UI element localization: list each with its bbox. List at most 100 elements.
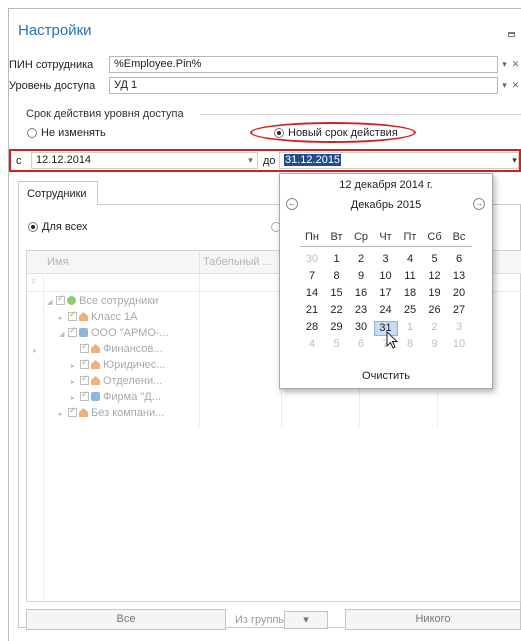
row-checkbox[interactable] <box>56 293 65 305</box>
pin-input[interactable]: %Employee.Pin% <box>109 56 498 73</box>
calendar-day[interactable]: 16 <box>349 287 373 299</box>
access-level-label: Уровень доступа <box>9 80 96 92</box>
calendar-day[interactable]: 10 <box>374 270 398 282</box>
tree-row-label: Финансов... <box>103 343 163 355</box>
tree-row-label: Класс 1А <box>91 311 138 323</box>
row-checkbox[interactable] <box>80 357 89 369</box>
calendar-day[interactable]: 22 <box>325 304 349 316</box>
calendar-day[interactable]: 23 <box>349 304 373 316</box>
calendar-day[interactable]: 1 <box>325 253 349 265</box>
calendar-day[interactable]: 18 <box>398 287 422 299</box>
row-checkbox[interactable] <box>80 373 89 385</box>
calendar-day[interactable]: 1 <box>398 321 422 333</box>
expander-icon[interactable]: ▸ <box>71 362 80 370</box>
row-checkbox[interactable] <box>68 405 77 417</box>
calendar-day[interactable]: 6 <box>349 338 373 350</box>
calendar-day[interactable]: 11 <box>398 270 422 282</box>
tree-row-label: ООО "АРМО-... <box>91 327 169 339</box>
calendar-clear-button[interactable]: Очистить <box>280 370 492 382</box>
calendar-day[interactable]: 26 <box>423 304 447 316</box>
window-title: Настройки <box>18 22 92 39</box>
row-checkbox[interactable] <box>80 341 89 353</box>
tree-row[interactable]: ▸ Без компани... <box>59 405 164 419</box>
expander-icon[interactable]: ▸ <box>71 394 80 402</box>
row-checkbox[interactable] <box>68 309 77 321</box>
calendar-day[interactable]: 4 <box>300 338 324 350</box>
calendar-day[interactable]: 30 <box>349 321 373 333</box>
next-month-icon[interactable]: → <box>473 198 485 210</box>
tree-row[interactable]: ◢ Все сотрудники <box>47 293 159 307</box>
tree-row[interactable]: ▸ Отделени... <box>71 373 163 387</box>
column-tab-number[interactable]: Табельный ... <box>203 256 272 268</box>
calendar-day[interactable]: 29 <box>325 321 349 333</box>
tree-row-label: Все сотрудники <box>79 295 159 307</box>
expander-icon[interactable]: ▸ <box>59 314 68 322</box>
tab-employees[interactable]: Сотрудники <box>18 181 98 205</box>
calendar-today[interactable]: 12 декабря 2014 г. <box>280 179 492 191</box>
weekday-label: Пн <box>305 231 319 243</box>
calendar-day[interactable]: 21 <box>300 304 324 316</box>
calendar-day[interactable]: 14 <box>300 287 324 299</box>
tree-row-label: Отделени... <box>103 375 163 387</box>
column-name[interactable]: Имя <box>47 256 68 268</box>
org-icon <box>91 392 100 401</box>
calendar-day[interactable]: 20 <box>447 287 471 299</box>
calendar-day[interactable]: 30 <box>300 253 324 265</box>
select-all-button[interactable]: Все <box>26 609 226 630</box>
globe-icon <box>67 296 76 305</box>
calendar-day[interactable]: 10 <box>447 338 471 350</box>
pin-dropdown-icon[interactable]: ▾ <box>500 57 509 72</box>
calendar-day[interactable]: 5 <box>423 253 447 265</box>
calendar-day[interactable]: 25 <box>398 304 422 316</box>
calendar-day[interactable]: 19 <box>423 287 447 299</box>
access-level-select[interactable]: УД 1 <box>109 77 498 94</box>
tree-row[interactable]: ▸ Юридичес... <box>71 357 165 371</box>
tree-row[interactable]: ▸ Фирма "Д... <box>71 389 161 403</box>
expander-icon[interactable]: ◢ <box>47 298 56 306</box>
tree-row[interactable]: Финансов... <box>71 341 163 355</box>
group-dropdown[interactable]: ▾ <box>284 611 328 629</box>
calendar-day[interactable]: 28 <box>300 321 324 333</box>
calendar-day[interactable]: 3 <box>447 321 471 333</box>
expander-icon[interactable]: ▸ <box>71 378 80 386</box>
tree-row[interactable]: ◢ ООО "АРМО-... <box>59 325 169 339</box>
validity-group-title: Срок действия уровня доступа <box>26 108 184 120</box>
calendar-day[interactable]: 17 <box>374 287 398 299</box>
calendar-day[interactable]: 15 <box>325 287 349 299</box>
tree-row[interactable]: ▸ Класс 1А <box>59 309 138 323</box>
radio-no-change-label: Не изменять <box>41 127 106 139</box>
calendar-day[interactable]: 24 <box>374 304 398 316</box>
row-checkbox[interactable] <box>80 389 89 401</box>
radio-no-change[interactable] <box>27 128 37 138</box>
calendar-day[interactable]: 27 <box>447 304 471 316</box>
calendar-day[interactable]: 8 <box>398 338 422 350</box>
row-checkbox[interactable] <box>68 325 77 337</box>
calendar-day[interactable]: 12 <box>423 270 447 282</box>
maximize-icon[interactable] <box>508 32 515 37</box>
highlight-oval <box>250 122 416 143</box>
access-level-dropdown-icon[interactable]: ▾ <box>500 78 509 93</box>
house-icon <box>91 376 100 385</box>
radio-for-all[interactable] <box>28 222 38 232</box>
expander-icon[interactable]: ▸ <box>59 410 68 418</box>
calendar-day[interactable]: 6 <box>447 253 471 265</box>
calendar-day[interactable]: 5 <box>325 338 349 350</box>
calendar-day[interactable]: 9 <box>423 338 447 350</box>
pin-label: ПИН сотрудника <box>9 59 94 71</box>
weekday-label: Пт <box>403 231 417 243</box>
calendar-day[interactable]: 3 <box>374 253 398 265</box>
calendar-day[interactable]: 4 <box>398 253 422 265</box>
calendar-day[interactable]: 7 <box>300 270 324 282</box>
expander-icon[interactable]: ◢ <box>59 330 68 338</box>
access-level-clear-icon[interactable]: ✕ <box>511 78 520 93</box>
calendar-popup: 12 декабря 2014 г. ← Декабрь 2015 → Пн Вт… <box>279 173 493 389</box>
calendar-day[interactable]: 8 <box>325 270 349 282</box>
calendar-day[interactable]: 13 <box>447 270 471 282</box>
pin-clear-icon[interactable]: ✕ <box>511 57 520 72</box>
house-icon <box>79 408 88 417</box>
calendar-day[interactable]: 2 <box>423 321 447 333</box>
calendar-day[interactable]: 9 <box>349 270 373 282</box>
select-none-button[interactable]: Никого <box>345 609 521 630</box>
calendar-day[interactable]: 2 <box>349 253 373 265</box>
calendar-month[interactable]: Декабрь 2015 <box>280 199 492 211</box>
